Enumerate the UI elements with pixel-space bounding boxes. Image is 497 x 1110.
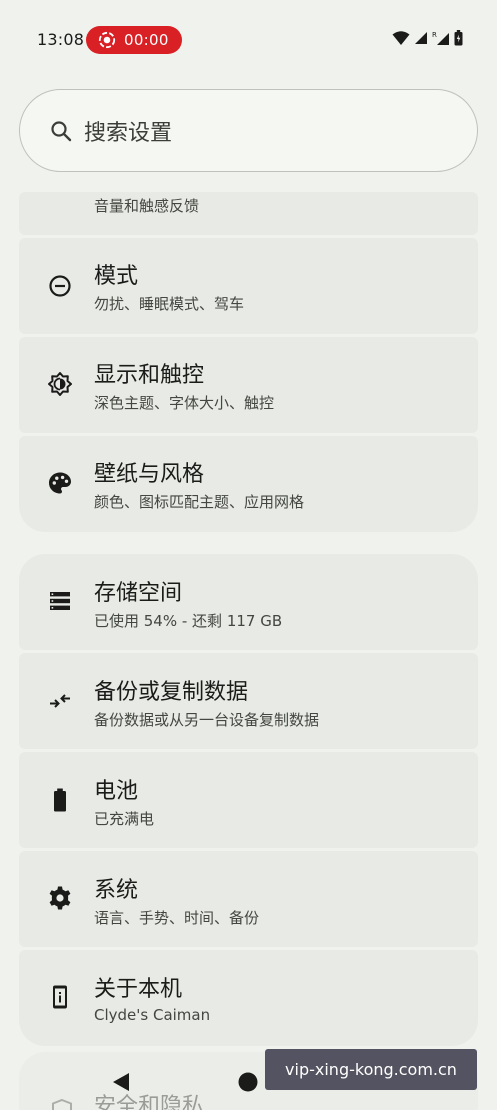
settings-item-modes[interactable]: 模式 勿扰、睡眠模式、驾车 xyxy=(19,238,478,334)
modes-icon xyxy=(47,273,73,299)
item-title: 模式 xyxy=(94,264,139,289)
item-subtitle: 语言、手势、时间、备份 xyxy=(94,909,260,927)
screen-recording-chip[interactable]: 00:00 xyxy=(86,26,182,54)
item-title: 备份或复制数据 xyxy=(94,680,249,705)
settings-item-wallpaper[interactable]: 壁纸与风格 颜色、图标匹配主题、应用网格 xyxy=(19,436,478,532)
palette-icon xyxy=(47,470,73,496)
item-subtitle: 勿扰、睡眠模式、驾车 xyxy=(94,295,245,313)
signal-icon xyxy=(415,32,427,44)
item-subtitle: 已使用 54% - 还剩 117 GB xyxy=(94,612,283,630)
item-title: 壁纸与风格 xyxy=(94,462,205,487)
settings-item-sound[interactable]: 音量和触感反馈 xyxy=(19,192,478,235)
wifi-icon xyxy=(392,31,410,45)
item-subtitle: 颜色、图标匹配主题、应用网格 xyxy=(94,493,305,511)
settings-item-display[interactable]: 显示和触控 深色主题、字体大小、触控 xyxy=(19,337,478,433)
roaming-signal-icon: R xyxy=(432,31,449,45)
battery-icon xyxy=(47,787,73,813)
recording-timer: 00:00 xyxy=(124,31,169,49)
settings-item-backup[interactable]: 备份或复制数据 备份数据或从另一台设备复制数据 xyxy=(19,653,478,749)
gear-icon xyxy=(47,885,73,911)
item-subtitle: Clyde's Caiman xyxy=(94,1006,211,1024)
settings-item-battery[interactable]: 电池 已充满电 xyxy=(19,752,478,848)
roaming-label: R xyxy=(432,31,437,39)
info-device-icon xyxy=(47,984,73,1010)
item-title: 显示和触控 xyxy=(94,363,205,388)
settings-item-system[interactable]: 系统 语言、手势、时间、备份 xyxy=(19,851,478,947)
item-title: 关于本机 xyxy=(94,977,183,1002)
status-icons: R xyxy=(392,30,463,46)
search-icon xyxy=(51,120,72,141)
security-icon xyxy=(49,1098,75,1110)
storage-icon xyxy=(47,588,73,614)
settings-item-about[interactable]: 关于本机 Clyde's Caiman xyxy=(19,950,478,1046)
status-time: 13:08 xyxy=(37,30,85,49)
backup-transfer-icon xyxy=(47,688,73,714)
battery-icon xyxy=(454,30,463,46)
record-icon xyxy=(98,31,116,49)
item-subtitle: 深色主题、字体大小、触控 xyxy=(94,394,275,412)
item-title: 系统 xyxy=(94,878,139,903)
item-subtitle: 备份数据或从另一台设备复制数据 xyxy=(94,711,320,729)
item-subtitle: 音量和触感反馈 xyxy=(94,197,200,215)
display-brightness-icon xyxy=(47,371,73,397)
item-subtitle: 已充满电 xyxy=(94,810,155,828)
back-icon[interactable] xyxy=(110,1071,132,1093)
home-icon[interactable] xyxy=(237,1071,259,1093)
search-placeholder: 搜索设置 xyxy=(84,120,173,146)
item-title: 存储空间 xyxy=(94,581,183,606)
status-bar: 13:08 00:00 R xyxy=(0,0,497,80)
item-title: 电池 xyxy=(94,779,139,804)
settings-item-storage[interactable]: 存储空间 已使用 54% - 还剩 117 GB xyxy=(19,554,478,650)
search-bar[interactable]: 搜索设置 xyxy=(19,89,478,172)
watermark: vip-xing-kong.com.cn xyxy=(265,1049,477,1090)
